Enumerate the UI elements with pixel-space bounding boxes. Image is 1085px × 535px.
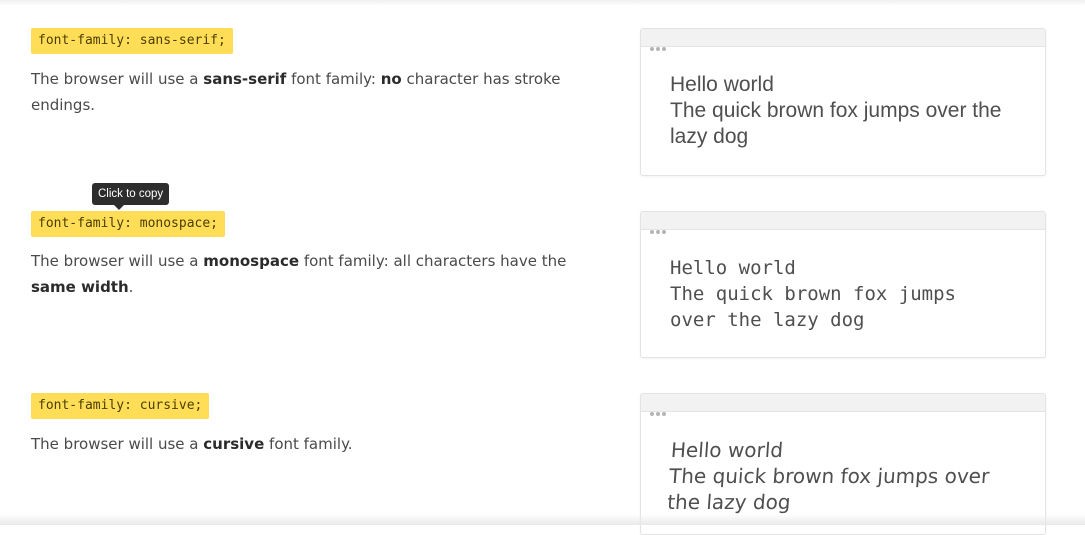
demo-line: Hello world [670, 257, 796, 279]
code-snippet-monospace[interactable]: font-family: monospace; [31, 211, 226, 237]
copy-tooltip: Click to copy [92, 183, 170, 210]
more-dots-icon[interactable] [650, 36, 668, 51]
demo-line: The quick brown fox jumps over the [670, 99, 1002, 122]
demo-preview-cursive: Hello world The quick brown fox jumps ov… [641, 412, 1045, 515]
demo-preview-monospace: Hello world The quick brown fox jumps ov… [641, 230, 1045, 333]
demo-line: Hello world [670, 438, 784, 462]
demo-panel-monospace: Hello world The quick brown fox jumps ov… [640, 211, 1046, 358]
demo-line: lazy dog [670, 125, 749, 148]
description-text: The browser will use a [31, 252, 204, 270]
demo-line: The quick brown fox jumps over [668, 464, 991, 488]
description-text: font family: [286, 70, 381, 88]
more-dots-icon[interactable] [650, 219, 668, 234]
description-keyword: monospace [203, 252, 300, 270]
description-text: The browser will use a [31, 70, 204, 88]
code-snippet-sans-serif[interactable]: font-family: sans-serif; [31, 28, 233, 54]
description-text: font family. [264, 435, 353, 453]
description-cursive: The browser will use a cursive font fami… [31, 431, 601, 457]
description-sans-serif: The browser will use a sans-serif font f… [31, 66, 601, 118]
description-keyword: cursive [203, 435, 265, 453]
demo-line: The quick brown fox jumps [670, 283, 956, 305]
demo-line: the lazy dog [666, 490, 792, 514]
description-monospace: The browser will use a monospace font fa… [31, 248, 591, 300]
top-shadow [0, 0, 1085, 6]
bottom-shadow [0, 514, 1085, 525]
description-keyword: no [380, 70, 402, 88]
demo-toolbar [641, 394, 1045, 416]
demo-panel-sans-serif: Hello world The quick brown fox jumps ov… [640, 28, 1046, 176]
more-dots-icon[interactable] [650, 401, 668, 416]
demo-preview-sans-serif: Hello world The quick brown fox jumps ov… [641, 47, 1045, 150]
demo-line: Hello world [670, 73, 774, 96]
description-keyword: sans-serif [203, 70, 287, 88]
demo-line: over the lazy dog [670, 309, 865, 331]
demo-toolbar [641, 212, 1045, 234]
description-text: . [128, 278, 134, 296]
demo-toolbar [641, 29, 1045, 51]
description-keyword: same width [31, 278, 129, 296]
description-text: font family: all characters have the [299, 252, 567, 270]
description-text: The browser will use a [31, 435, 204, 453]
code-snippet-cursive[interactable]: font-family: cursive; [31, 393, 210, 419]
